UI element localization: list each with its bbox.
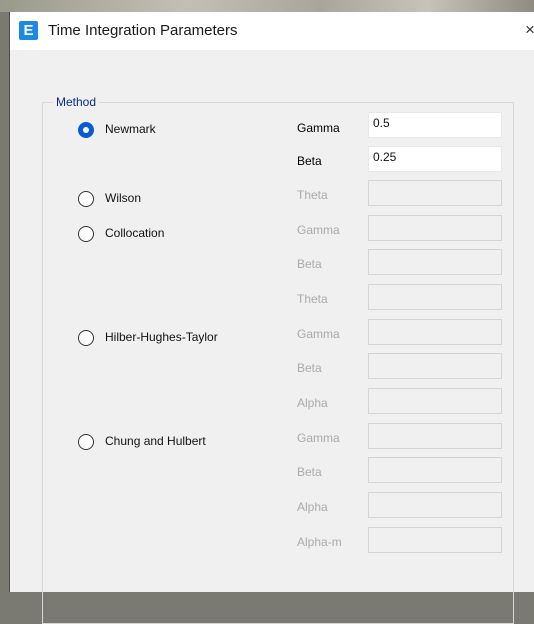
radio-chung-hulbert[interactable] [78,434,94,450]
method-group-title: Method [53,95,100,109]
collocation-beta-field[interactable] [368,249,502,275]
wilson-theta-field[interactable] [368,180,502,206]
chung-gamma-field[interactable] [368,423,502,449]
title-bar: E Time Integration Parameters × [10,12,534,50]
background-strip [0,0,534,12]
param-label-newmark-gamma: Gamma [297,121,340,135]
param-label-collocation-theta: Theta [297,292,328,306]
close-icon[interactable]: × [525,20,534,40]
param-label-chung-gamma: Gamma [297,431,340,445]
radio-label-chung-hulbert[interactable]: Chung and Hulbert [105,434,206,448]
newmark-beta-field[interactable]: 0.25 [368,146,502,172]
radio-label-wilson[interactable]: Wilson [105,191,141,205]
radio-wilson[interactable] [78,191,94,207]
chung-alpha-field[interactable] [368,492,502,518]
radio-collocation[interactable] [78,226,94,242]
param-label-collocation-gamma: Gamma [297,223,340,237]
param-label-chung-alpha: Alpha [297,500,328,514]
chung-beta-field[interactable] [368,457,502,483]
dialog-window: E Time Integration Parameters × Method N… [9,12,534,624]
param-label-wilson-theta: Theta [297,188,328,202]
app-icon: E [19,21,38,40]
param-label-chung-alpha-m: Alpha-m [297,535,342,549]
radio-dot [82,126,89,133]
param-label-collocation-beta: Beta [297,257,322,271]
param-label-hht-gamma: Gamma [297,327,340,341]
window-title: Time Integration Parameters [48,22,238,39]
radio-label-hilber-hughes-taylor[interactable]: Hilber-Hughes-Taylor [105,330,218,344]
dialog-content: Method Newmark Wilson Collocation Hilber… [10,50,534,624]
hht-alpha-field[interactable] [368,388,502,414]
chung-alpha-m-field[interactable] [368,527,502,553]
collocation-theta-field[interactable] [368,284,502,310]
hht-beta-field[interactable] [368,353,502,379]
hht-gamma-field[interactable] [368,319,502,345]
param-label-newmark-beta: Beta [297,154,322,168]
radio-label-collocation[interactable]: Collocation [105,226,164,240]
param-label-hht-beta: Beta [297,361,322,375]
radio-newmark[interactable] [78,122,94,138]
collocation-gamma-field[interactable] [368,215,502,241]
param-label-hht-alpha: Alpha [297,396,328,410]
radio-hilber-hughes-taylor[interactable] [78,330,94,346]
param-label-chung-beta: Beta [297,465,322,479]
newmark-gamma-field[interactable]: 0.5 [368,112,502,138]
radio-label-newmark[interactable]: Newmark [105,122,156,136]
